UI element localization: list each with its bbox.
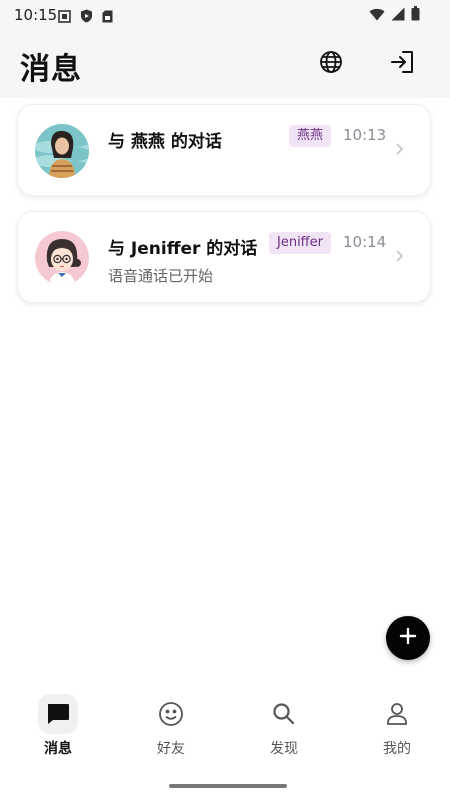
plus-icon — [399, 627, 417, 649]
signal-icon — [391, 6, 405, 25]
language-button[interactable] — [313, 46, 349, 82]
chat-time: 10:13 — [343, 126, 387, 144]
smiley-icon — [151, 694, 191, 734]
tab-label: 好友 — [157, 741, 185, 757]
logout-icon — [389, 49, 415, 79]
chat-title: 与 Jeniffer 的对话 — [108, 239, 258, 259]
contact-tag: Jeniffer — [269, 232, 331, 254]
battery-icon — [411, 6, 420, 25]
contact-tag: 燕燕 — [289, 125, 332, 147]
logout-button[interactable] — [384, 46, 420, 82]
chat-list-item[interactable]: 与 燕燕 的对话 燕燕 10:13 — [17, 104, 431, 196]
bottom-tab-bar: 消息 好友 发现 我的 — [0, 690, 450, 770]
chevron-right-icon — [394, 248, 404, 267]
status-time: 10:15 — [14, 6, 58, 24]
home-indicator[interactable] — [169, 784, 287, 788]
chat-last-message: 语音通话已开始 — [108, 267, 214, 285]
chat-list-item[interactable]: 与 Jeniffer 的对话 Jeniffer 10:14 语音通话已开始 — [17, 211, 431, 303]
shield-icon — [80, 8, 93, 27]
new-chat-button[interactable] — [386, 616, 430, 660]
page-title: 消息 — [20, 52, 82, 87]
tab-profile[interactable]: 我的 — [347, 690, 447, 764]
chevron-right-icon — [394, 141, 404, 160]
sim-card-icon — [102, 8, 113, 27]
tab-label: 发现 — [270, 741, 298, 757]
status-left-icons — [58, 8, 113, 27]
app-header: 消息 — [0, 30, 450, 98]
search-icon — [264, 694, 304, 734]
screen-record-icon — [58, 8, 71, 27]
person-icon — [377, 694, 417, 734]
tab-discover[interactable]: 发现 — [234, 690, 334, 764]
chat-bubble-icon — [38, 694, 78, 734]
status-right-icons — [369, 6, 420, 25]
wifi-icon — [369, 6, 385, 25]
chat-title: 与 燕燕 的对话 — [108, 132, 222, 152]
status-bar: 10:15 — [0, 0, 450, 30]
tab-friends[interactable]: 好友 — [121, 690, 221, 764]
tab-messages[interactable]: 消息 — [8, 690, 108, 764]
chat-time: 10:14 — [343, 233, 387, 251]
tab-label: 消息 — [44, 741, 72, 757]
avatar — [35, 124, 89, 178]
avatar — [35, 231, 89, 285]
globe-icon — [319, 50, 343, 78]
tab-label: 我的 — [383, 741, 411, 757]
